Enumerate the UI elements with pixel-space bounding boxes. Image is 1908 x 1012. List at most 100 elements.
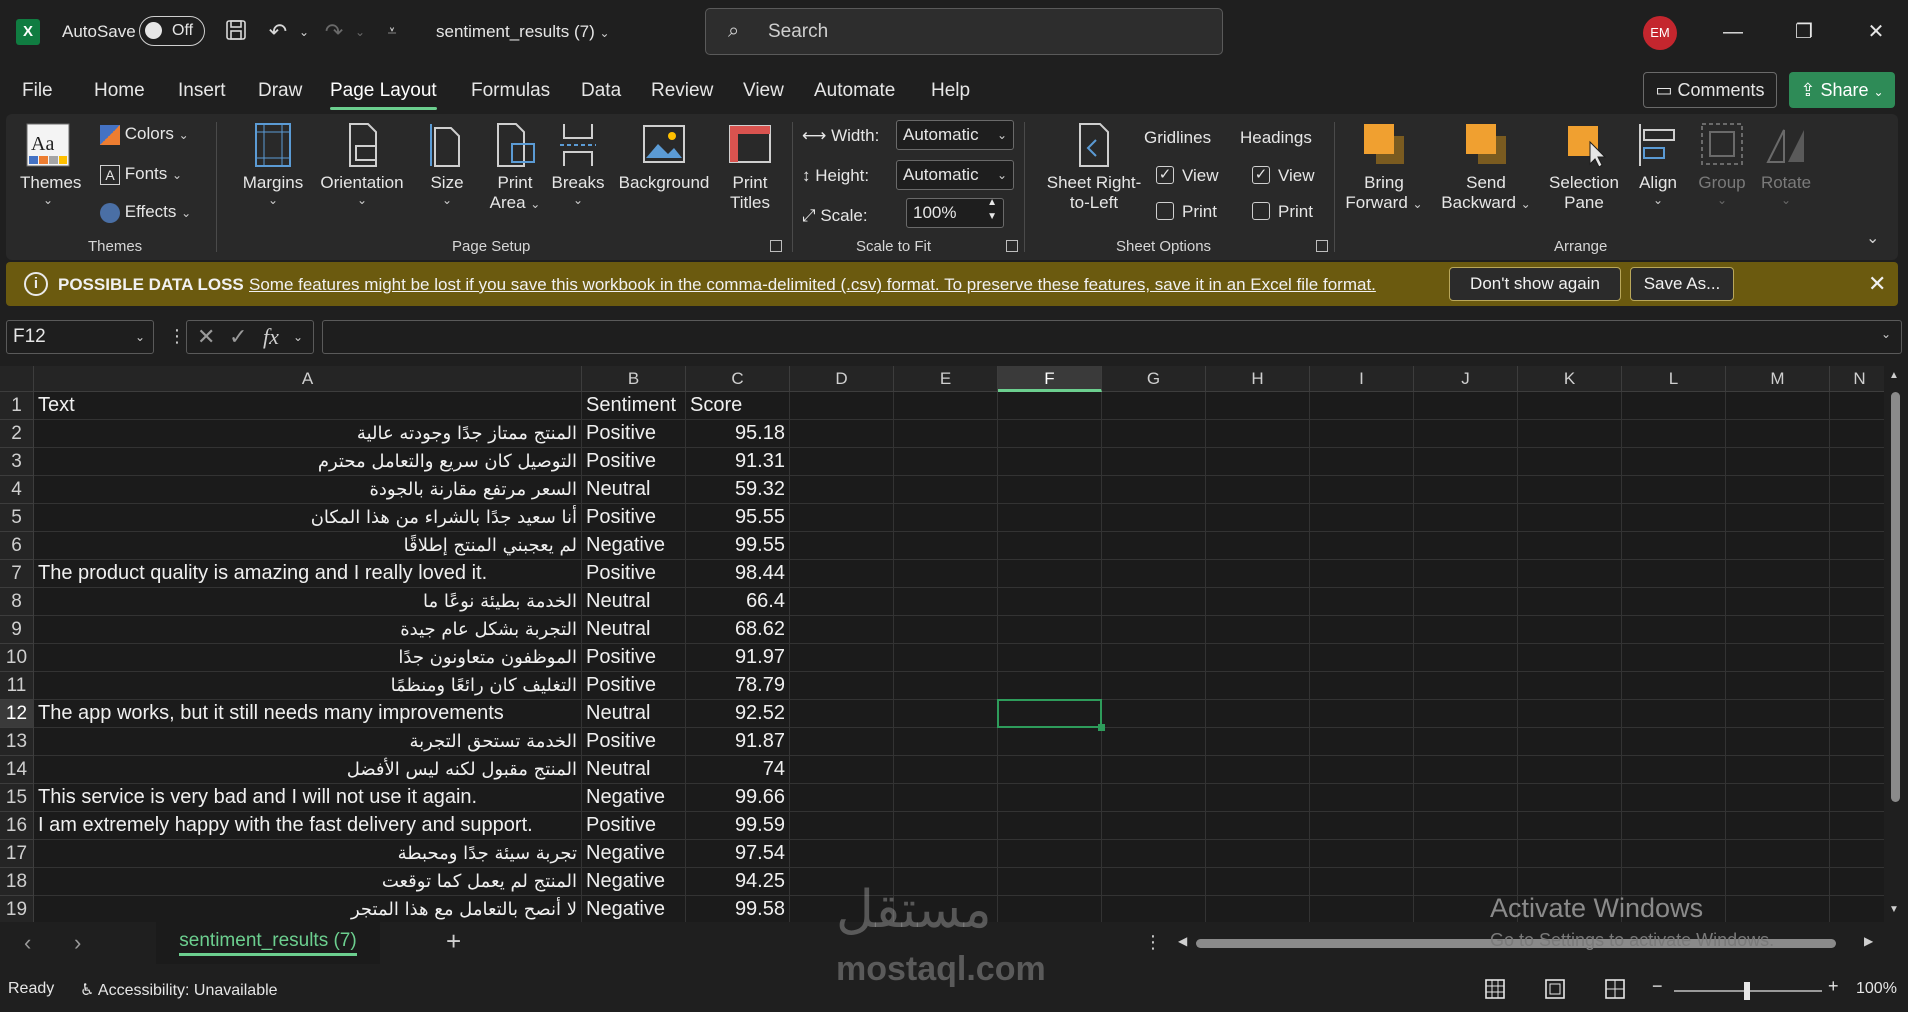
cell-k13[interactable]	[1518, 728, 1622, 756]
cell-f18[interactable]	[998, 868, 1102, 896]
cell-l12[interactable]	[1622, 700, 1726, 728]
cell-n11[interactable]	[1830, 672, 1884, 700]
cell-e7[interactable]	[894, 560, 998, 588]
cell-d12[interactable]	[790, 700, 894, 728]
cell-d11[interactable]	[790, 672, 894, 700]
cell-h5[interactable]	[1206, 504, 1310, 532]
page-setup-launcher-icon[interactable]	[770, 240, 782, 252]
cell-g7[interactable]	[1102, 560, 1206, 588]
cell-l7[interactable]	[1622, 560, 1726, 588]
cell-g5[interactable]	[1102, 504, 1206, 532]
page-layout-view-icon[interactable]	[1544, 978, 1566, 1005]
cell-c7[interactable]: 98.44	[686, 560, 790, 588]
cell-k16[interactable]	[1518, 812, 1622, 840]
cell-i7[interactable]	[1310, 560, 1414, 588]
row-header[interactable]: 18	[0, 868, 34, 896]
column-header-d[interactable]: D	[790, 366, 894, 392]
cell-g4[interactable]	[1102, 476, 1206, 504]
column-header-b[interactable]: B	[582, 366, 686, 392]
cell-h7[interactable]	[1206, 560, 1310, 588]
fill-handle[interactable]	[1098, 724, 1105, 731]
vertical-scrollbar[interactable]: ▲ ▼	[1884, 366, 1908, 922]
row-header[interactable]: 7	[0, 560, 34, 588]
effects-button[interactable]: Effects ⌄	[100, 202, 191, 223]
row-header[interactable]: 11	[0, 672, 34, 700]
cell-j4[interactable]	[1414, 476, 1518, 504]
cell-h12[interactable]	[1206, 700, 1310, 728]
row-header[interactable]: 6	[0, 532, 34, 560]
cell-j7[interactable]	[1414, 560, 1518, 588]
row-header[interactable]: 4	[0, 476, 34, 504]
cell-k14[interactable]	[1518, 756, 1622, 784]
cell-l2[interactable]	[1622, 420, 1726, 448]
cell-c13[interactable]: 91.87	[686, 728, 790, 756]
cell-m9[interactable]	[1726, 616, 1830, 644]
add-sheet-icon[interactable]: +	[446, 926, 461, 957]
row-header[interactable]: 17	[0, 840, 34, 868]
autosave-toggle[interactable]: Off	[139, 16, 205, 46]
cell-b14[interactable]: Neutral	[582, 756, 686, 784]
zoom-out-icon[interactable]: −	[1652, 976, 1663, 997]
cell-b19[interactable]: Negative	[582, 896, 686, 922]
cell-k3[interactable]	[1518, 448, 1622, 476]
cell-f2[interactable]	[998, 420, 1102, 448]
accessibility-status[interactable]: ♿ Accessibility: Unavailable	[80, 980, 278, 1000]
cell-b16[interactable]: Positive	[582, 812, 686, 840]
cell-f1[interactable]	[998, 392, 1102, 420]
cell-a8[interactable]: الخدمة بطيئة نوعًا ما	[34, 588, 582, 616]
cell-c8[interactable]: 66.4	[686, 588, 790, 616]
cell-b2[interactable]: Positive	[582, 420, 686, 448]
cell-i3[interactable]	[1310, 448, 1414, 476]
cell-j10[interactable]	[1414, 644, 1518, 672]
cell-h6[interactable]	[1206, 532, 1310, 560]
row-header[interactable]: 8	[0, 588, 34, 616]
cell-k12[interactable]	[1518, 700, 1622, 728]
cell-i14[interactable]	[1310, 756, 1414, 784]
row-header[interactable]: 19	[0, 896, 34, 922]
undo-dropdown-icon[interactable]: ⌄	[290, 18, 318, 46]
select-all-corner[interactable]	[0, 366, 34, 392]
cell-b10[interactable]: Positive	[582, 644, 686, 672]
cell-e10[interactable]	[894, 644, 998, 672]
cell-l4[interactable]	[1622, 476, 1726, 504]
cell-d6[interactable]	[790, 532, 894, 560]
scroll-up-icon[interactable]: ▲	[1889, 370, 1899, 381]
menu-help[interactable]: Help	[931, 80, 970, 102]
themes-button[interactable]: Aa Themes ⌄	[20, 122, 81, 207]
cell-m2[interactable]	[1726, 420, 1830, 448]
cell-e13[interactable]	[894, 728, 998, 756]
cell-k17[interactable]	[1518, 840, 1622, 868]
cell-a15[interactable]: This service is very bad and I will not …	[34, 784, 582, 812]
cell-e6[interactable]	[894, 532, 998, 560]
warning-message-link[interactable]: Some features might be lost if you save …	[249, 275, 1376, 295]
cell-l18[interactable]	[1622, 868, 1726, 896]
zoom-in-icon[interactable]: +	[1828, 976, 1839, 997]
page-break-view-icon[interactable]	[1604, 978, 1626, 1005]
cell-g1[interactable]	[1102, 392, 1206, 420]
comments-button[interactable]: ▭ Comments	[1643, 72, 1777, 108]
save-as-button[interactable]: Save As...	[1630, 267, 1734, 301]
cell-g6[interactable]	[1102, 532, 1206, 560]
redo-icon[interactable]: ↷	[320, 18, 348, 46]
cell-i6[interactable]	[1310, 532, 1414, 560]
formula-input[interactable]: ⌄	[322, 320, 1902, 354]
gridlines-print-checkbox[interactable]	[1156, 202, 1174, 220]
cell-n13[interactable]	[1830, 728, 1884, 756]
cell-m12[interactable]	[1726, 700, 1830, 728]
cell-m15[interactable]	[1726, 784, 1830, 812]
print-area-button[interactable]: Print Area ⌄	[484, 122, 546, 213]
cell-k18[interactable]	[1518, 868, 1622, 896]
cell-b3[interactable]: Positive	[582, 448, 686, 476]
cell-k2[interactable]	[1518, 420, 1622, 448]
cell-h9[interactable]	[1206, 616, 1310, 644]
cell-h1[interactable]	[1206, 392, 1310, 420]
cell-m13[interactable]	[1726, 728, 1830, 756]
column-header-e[interactable]: E	[894, 366, 998, 392]
cell-n7[interactable]	[1830, 560, 1884, 588]
sheet-tab-active[interactable]: sentiment_results (7)	[156, 922, 380, 964]
cell-e1[interactable]	[894, 392, 998, 420]
cell-m3[interactable]	[1726, 448, 1830, 476]
column-header-n[interactable]: N	[1830, 366, 1884, 392]
cell-m10[interactable]	[1726, 644, 1830, 672]
cell-l1[interactable]	[1622, 392, 1726, 420]
